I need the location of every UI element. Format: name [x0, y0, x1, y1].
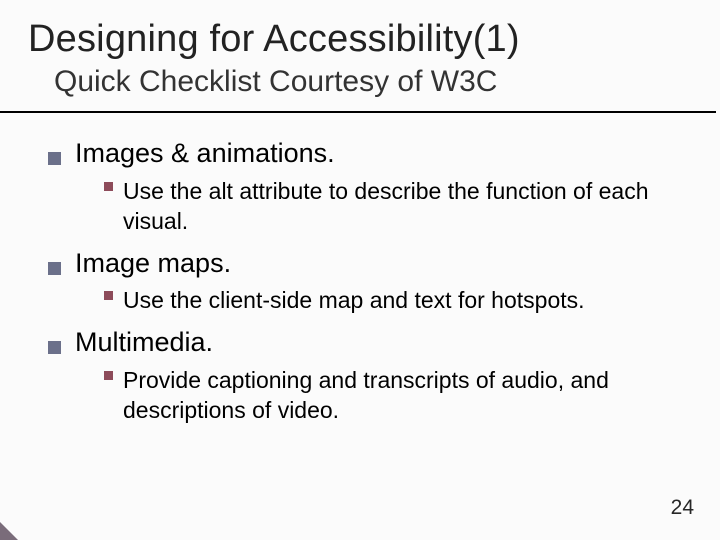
list-item: Multimedia. Provide captioning and trans… [48, 326, 690, 426]
list-item-heading: Image maps. [75, 247, 231, 281]
bullet-square-small-icon [104, 371, 113, 380]
bullet-square-icon [48, 341, 61, 354]
list-item: Images & animations. Use the alt attribu… [48, 137, 690, 237]
list-item-heading: Multimedia. [75, 326, 213, 360]
sub-list-item-text: Provide captioning and transcripts of au… [123, 366, 683, 426]
slide-content: Images & animations. Use the alt attribu… [0, 113, 720, 426]
bullet-square-icon [48, 152, 61, 165]
corner-decoration-icon [0, 522, 18, 540]
sub-list-item: Use the client-side map and text for hot… [48, 286, 690, 316]
bullet-square-small-icon [104, 182, 113, 191]
slide: Designing for Accessibility(1) Quick Che… [0, 0, 720, 540]
bullet-square-icon [48, 262, 61, 275]
sub-list-item: Provide captioning and transcripts of au… [48, 366, 690, 426]
list-item: Image maps. Use the client-side map and … [48, 247, 690, 317]
bullet-square-small-icon [104, 291, 113, 300]
slide-title: Designing for Accessibility(1) [0, 0, 720, 65]
sub-list-item: Use the alt attribute to describe the fu… [48, 177, 690, 237]
sub-list-item-text: Use the client-side map and text for hot… [123, 286, 585, 316]
slide-subtitle: Quick Checklist Courtesy of W3C [0, 65, 716, 113]
page-number: 24 [671, 496, 694, 520]
sub-list-item-text: Use the alt attribute to describe the fu… [123, 177, 683, 237]
list-item-heading: Images & animations. [75, 137, 335, 171]
